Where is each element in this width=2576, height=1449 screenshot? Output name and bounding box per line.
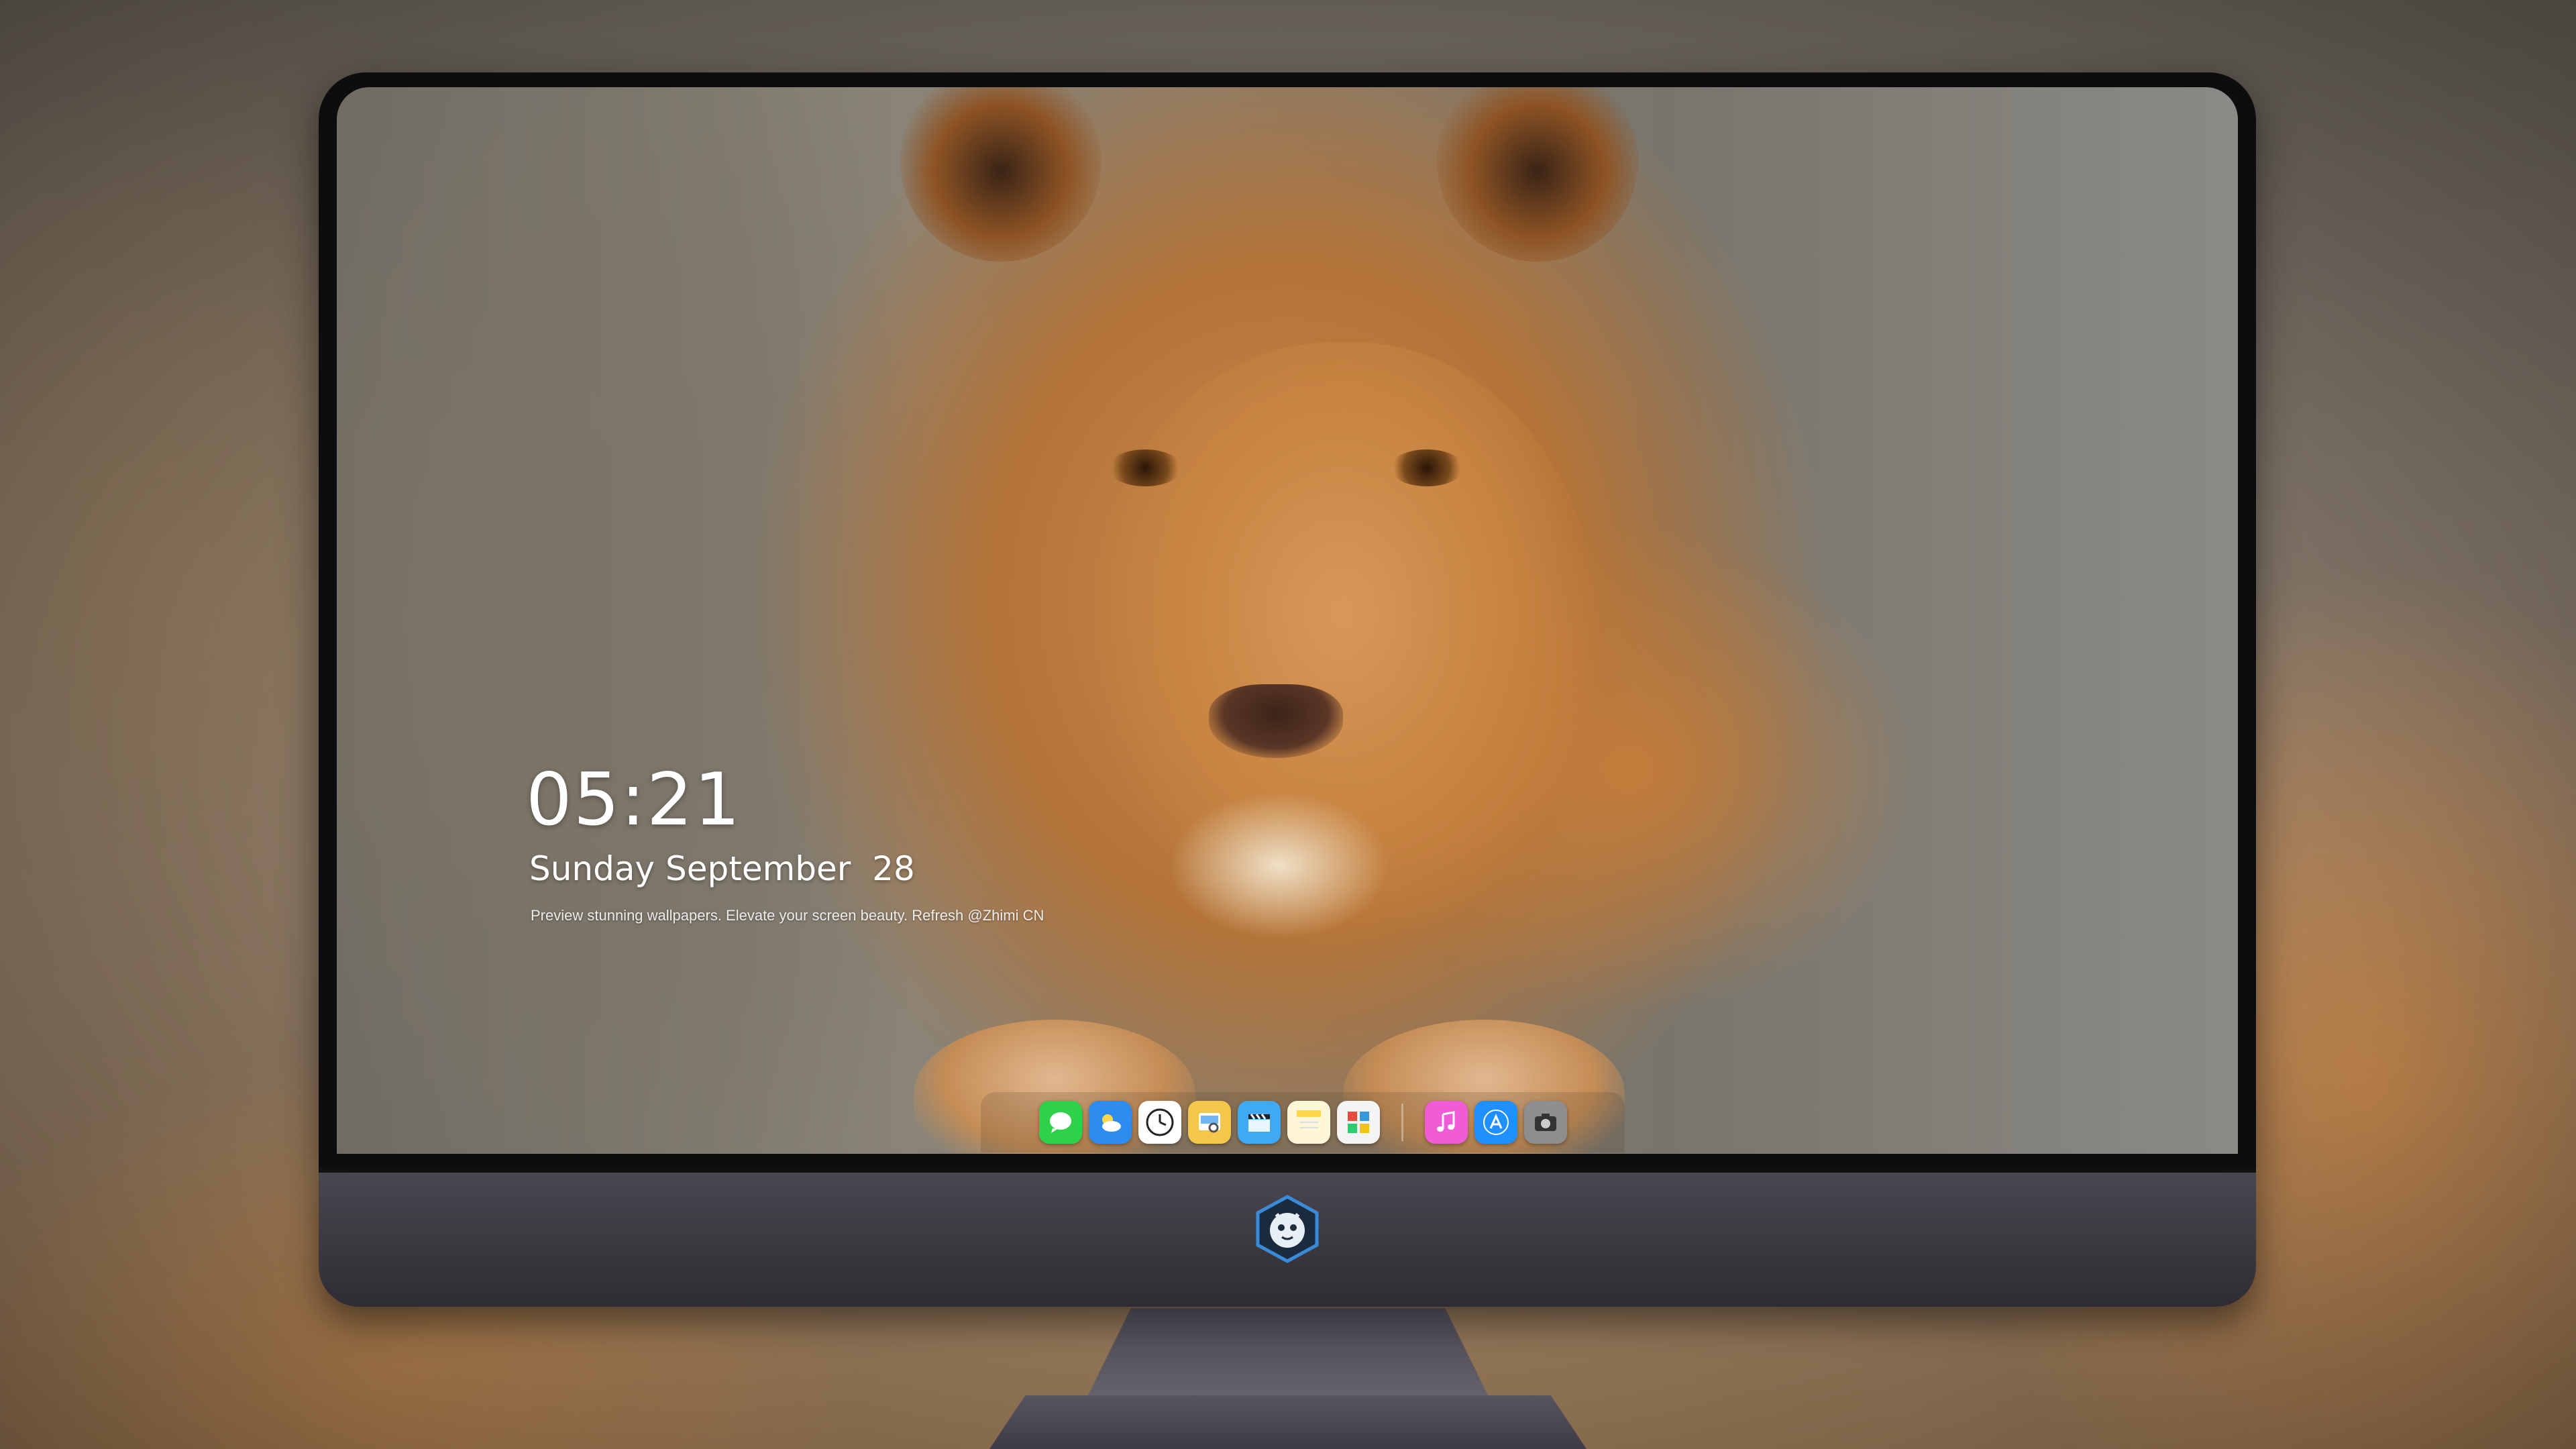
weather-icon[interactable] <box>1088 1101 1132 1144</box>
preview-icon[interactable] <box>1187 1101 1231 1144</box>
clock-icon[interactable] <box>1138 1101 1181 1144</box>
camera-icon[interactable] <box>1523 1101 1567 1144</box>
monitor-stand-neck <box>1081 1308 1495 1409</box>
clapperboard-icon[interactable] <box>1237 1101 1281 1144</box>
monitor-bezel: 05:21 Sunday September 28 Preview stunni… <box>319 72 2256 1173</box>
wallpaper-nose <box>1209 684 1343 758</box>
wallpaper-muzzle <box>1169 792 1390 939</box>
notes-icon[interactable] <box>1287 1101 1330 1144</box>
wallpaper-ear-left <box>900 87 1102 262</box>
lock-screen-time: 05:21 <box>526 758 742 842</box>
wallpaper-eye-right <box>1390 449 1464 486</box>
photo-booth-icon[interactable] <box>1336 1101 1380 1144</box>
screen[interactable]: 05:21 Sunday September 28 Preview stunni… <box>337 87 2238 1154</box>
app-store-icon[interactable] <box>1474 1101 1517 1144</box>
dock <box>981 1092 1625 1152</box>
lock-screen-date: Sunday September 28 <box>529 849 915 888</box>
lock-screen-subtitle: Preview stunning wallpapers. Elevate you… <box>531 907 1044 924</box>
monitor-stand-base <box>989 1395 1587 1449</box>
wallpaper-ear-right <box>1437 87 1638 262</box>
mascot-logo-icon <box>1252 1194 1322 1264</box>
music-icon[interactable] <box>1424 1101 1468 1144</box>
dock-separator <box>1401 1104 1403 1141</box>
messages-icon[interactable] <box>1038 1101 1082 1144</box>
monitor: 05:21 Sunday September 28 Preview stunni… <box>319 72 2256 1307</box>
wallpaper-eye-left <box>1108 449 1182 486</box>
